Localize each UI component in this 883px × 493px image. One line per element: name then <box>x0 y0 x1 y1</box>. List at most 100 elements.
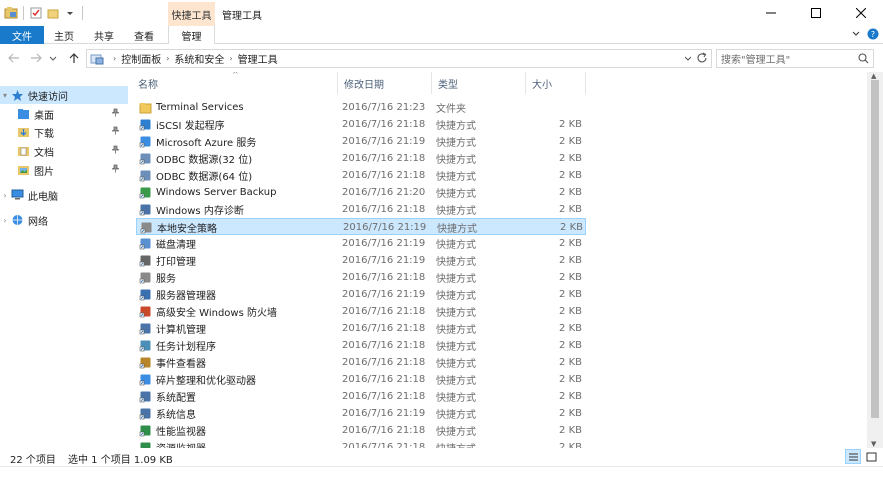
table-row[interactable]: 服务器管理器 2016/7/16 21:19 快捷方式 2 KB <box>136 286 586 303</box>
maximize-button[interactable] <box>793 0 838 26</box>
pin-icon[interactable] <box>111 108 120 120</box>
navigation-pane: ▾ 快速访问 桌面 下载 文档 图片 › 此电脑 › 网络 <box>0 72 128 448</box>
table-row[interactable]: 磁盘清理 2016/7/16 21:19 快捷方式 2 KB <box>136 235 586 252</box>
expand-arrow-icon[interactable]: › <box>0 216 10 225</box>
tab-home[interactable]: 主页 <box>44 26 84 44</box>
column-header-label: 大小 <box>532 79 552 91</box>
chevron-down-icon <box>49 56 57 61</box>
scroll-down-icon[interactable]: ▼ <box>871 440 876 448</box>
customize-toolbar-icon[interactable] <box>63 6 77 20</box>
table-row[interactable]: 碎片整理和优化驱动器 2016/7/16 21:18 快捷方式 2 KB <box>136 371 586 388</box>
breadcrumb-control-panel[interactable]: 控制面板 <box>121 51 161 66</box>
pin-icon[interactable] <box>111 145 120 157</box>
table-row[interactable]: iSCSI 发起程序 2016/7/16 21:18 快捷方式 2 KB <box>136 116 586 133</box>
scroll-up-icon[interactable]: ▲ <box>871 72 876 80</box>
table-row[interactable]: Terminal Services 2016/7/16 21:23 文件夹 <box>136 99 586 116</box>
nav-item-quick-access[interactable]: ▾ 快速访问 <box>0 86 128 104</box>
file-type: 快捷方式 <box>436 121 476 132</box>
defrag-icon <box>138 373 152 387</box>
file-name: 本地安全策略 <box>157 224 217 235</box>
file-name: 计算机管理 <box>156 325 206 336</box>
file-name-cell: Windows Server Backup <box>138 184 338 201</box>
search-input[interactable]: 搜索"管理工具" <box>716 49 874 68</box>
file-name-cell: 磁盘清理 <box>138 235 338 252</box>
file-name-cell: 任务计划程序 <box>138 337 338 354</box>
table-row[interactable]: 服务 2016/7/16 21:18 快捷方式 2 KB <box>136 269 586 286</box>
file-name: 高级安全 Windows 防火墙 <box>156 308 277 319</box>
table-row[interactable]: 任务计划程序 2016/7/16 21:18 快捷方式 2 KB <box>136 337 586 354</box>
table-row[interactable]: 本地安全策略 2016/7/16 21:19 快捷方式 2 KB <box>136 218 586 235</box>
security-policy-icon <box>139 221 153 235</box>
column-header-type[interactable]: 类型 <box>432 72 526 94</box>
refresh-button[interactable] <box>696 52 708 67</box>
forward-button[interactable] <box>28 51 44 65</box>
file-size: 2 KB <box>559 408 582 419</box>
tab-file[interactable]: 文件 <box>0 26 44 44</box>
up-button[interactable] <box>66 51 82 65</box>
expand-arrow-icon[interactable]: ▾ <box>0 91 10 100</box>
table-row[interactable]: 系统信息 2016/7/16 21:19 快捷方式 2 KB <box>136 405 586 422</box>
expand-arrow-icon[interactable]: › <box>0 191 10 200</box>
table-row[interactable]: Microsoft Azure 服务 2016/7/16 21:19 快捷方式 2 K… <box>136 133 586 150</box>
table-row[interactable]: 计算机管理 2016/7/16 21:18 快捷方式 2 KB <box>136 320 586 337</box>
pin-icon[interactable] <box>111 164 120 176</box>
column-header-size[interactable]: 大小 <box>526 72 586 94</box>
details-view-button[interactable] <box>845 449 861 464</box>
expand-ribbon-button[interactable] <box>851 29 861 42</box>
tab-view[interactable]: 查看 <box>124 26 164 44</box>
nav-item-label: 下载 <box>34 128 54 140</box>
tab-manage[interactable]: 管理 <box>168 26 215 45</box>
file-date: 2016/7/16 21:20 <box>342 187 426 198</box>
new-folder-icon[interactable] <box>46 6 60 20</box>
table-row[interactable]: ODBC 数据源(32 位) 2016/7/16 21:18 快捷方式 2 KB <box>136 150 586 167</box>
chevron-down-icon <box>852 31 860 36</box>
table-row[interactable]: 事件查看器 2016/7/16 21:18 快捷方式 2 KB <box>136 354 586 371</box>
table-row[interactable]: ODBC 数据源(64 位) 2016/7/16 21:18 快捷方式 2 KB <box>136 167 586 184</box>
nav-item-desktop[interactable]: 桌面 <box>0 105 128 123</box>
properties-icon[interactable] <box>29 6 43 20</box>
help-button[interactable]: ? <box>867 28 879 43</box>
nav-item-label: 桌面 <box>34 110 54 122</box>
pin-icon[interactable] <box>111 126 120 138</box>
nav-item-downloads[interactable]: 下载 <box>0 123 128 141</box>
nav-item-network[interactable]: › 网络 <box>0 211 128 229</box>
table-row[interactable]: 打印管理 2016/7/16 21:19 快捷方式 2 KB <box>136 252 586 269</box>
search-icon[interactable] <box>858 53 869 67</box>
file-date: 2016/7/16 21:18 <box>342 340 426 351</box>
performance-monitor-icon <box>138 424 152 438</box>
large-icons-view-button[interactable] <box>863 449 879 464</box>
explorer-app-icon[interactable] <box>4 6 18 20</box>
table-row[interactable]: 高级安全 Windows 防火墙 2016/7/16 21:18 快捷方式 2 KB <box>136 303 586 320</box>
table-row[interactable]: Windows Server Backup 2016/7/16 21:20 快捷方式… <box>136 184 586 201</box>
column-header-label: 修改日期 <box>344 79 384 91</box>
vertical-scrollbar[interactable]: ▲ ▼ <box>867 72 883 448</box>
column-header-name[interactable]: 名称 ^ <box>132 72 338 94</box>
file-name: 性能监视器 <box>156 427 206 438</box>
table-row[interactable]: 系统配置 2016/7/16 21:18 快捷方式 2 KB <box>136 388 586 405</box>
address-bar[interactable]: › 控制面板 › 系统和安全 › 管理工具 <box>86 49 712 68</box>
table-row[interactable]: 资源监视器 2016/7/16 21:18 快捷方式 2 KB <box>136 439 586 448</box>
breadcrumb-system-security[interactable]: 系统和安全 <box>174 51 224 66</box>
nav-item-pictures[interactable]: 图片 <box>0 161 128 179</box>
file-date: 2016/7/16 21:18 <box>342 323 426 334</box>
file-name-cell: 本地安全策略 <box>139 219 339 236</box>
nav-item-documents[interactable]: 文档 <box>0 142 128 160</box>
breadcrumb-admin-tools[interactable]: 管理工具 <box>238 51 278 66</box>
column-header-date[interactable]: 修改日期 <box>338 72 432 94</box>
recent-locations-button[interactable] <box>48 51 58 65</box>
file-name: 系统配置 <box>156 393 196 404</box>
minimize-button[interactable] <box>748 0 793 26</box>
address-history-dropdown[interactable] <box>684 54 692 65</box>
table-row[interactable]: 性能监视器 2016/7/16 21:18 快捷方式 2 KB <box>136 422 586 439</box>
file-size: 2 KB <box>559 255 582 266</box>
close-button[interactable] <box>838 0 883 26</box>
scrollbar-thumb[interactable] <box>871 80 879 418</box>
file-size: 2 KB <box>559 425 582 436</box>
svg-text:?: ? <box>871 30 875 39</box>
tab-share[interactable]: 共享 <box>84 26 124 44</box>
back-button[interactable] <box>6 51 22 65</box>
table-row[interactable]: Windows 内存诊断 2016/7/16 21:18 快捷方式 2 KB <box>136 201 586 218</box>
file-name: Microsoft Azure 服务 <box>156 138 257 149</box>
nav-item-this-pc[interactable]: › 此电脑 <box>0 186 128 204</box>
file-name-cell: Microsoft Azure 服务 <box>138 133 338 150</box>
